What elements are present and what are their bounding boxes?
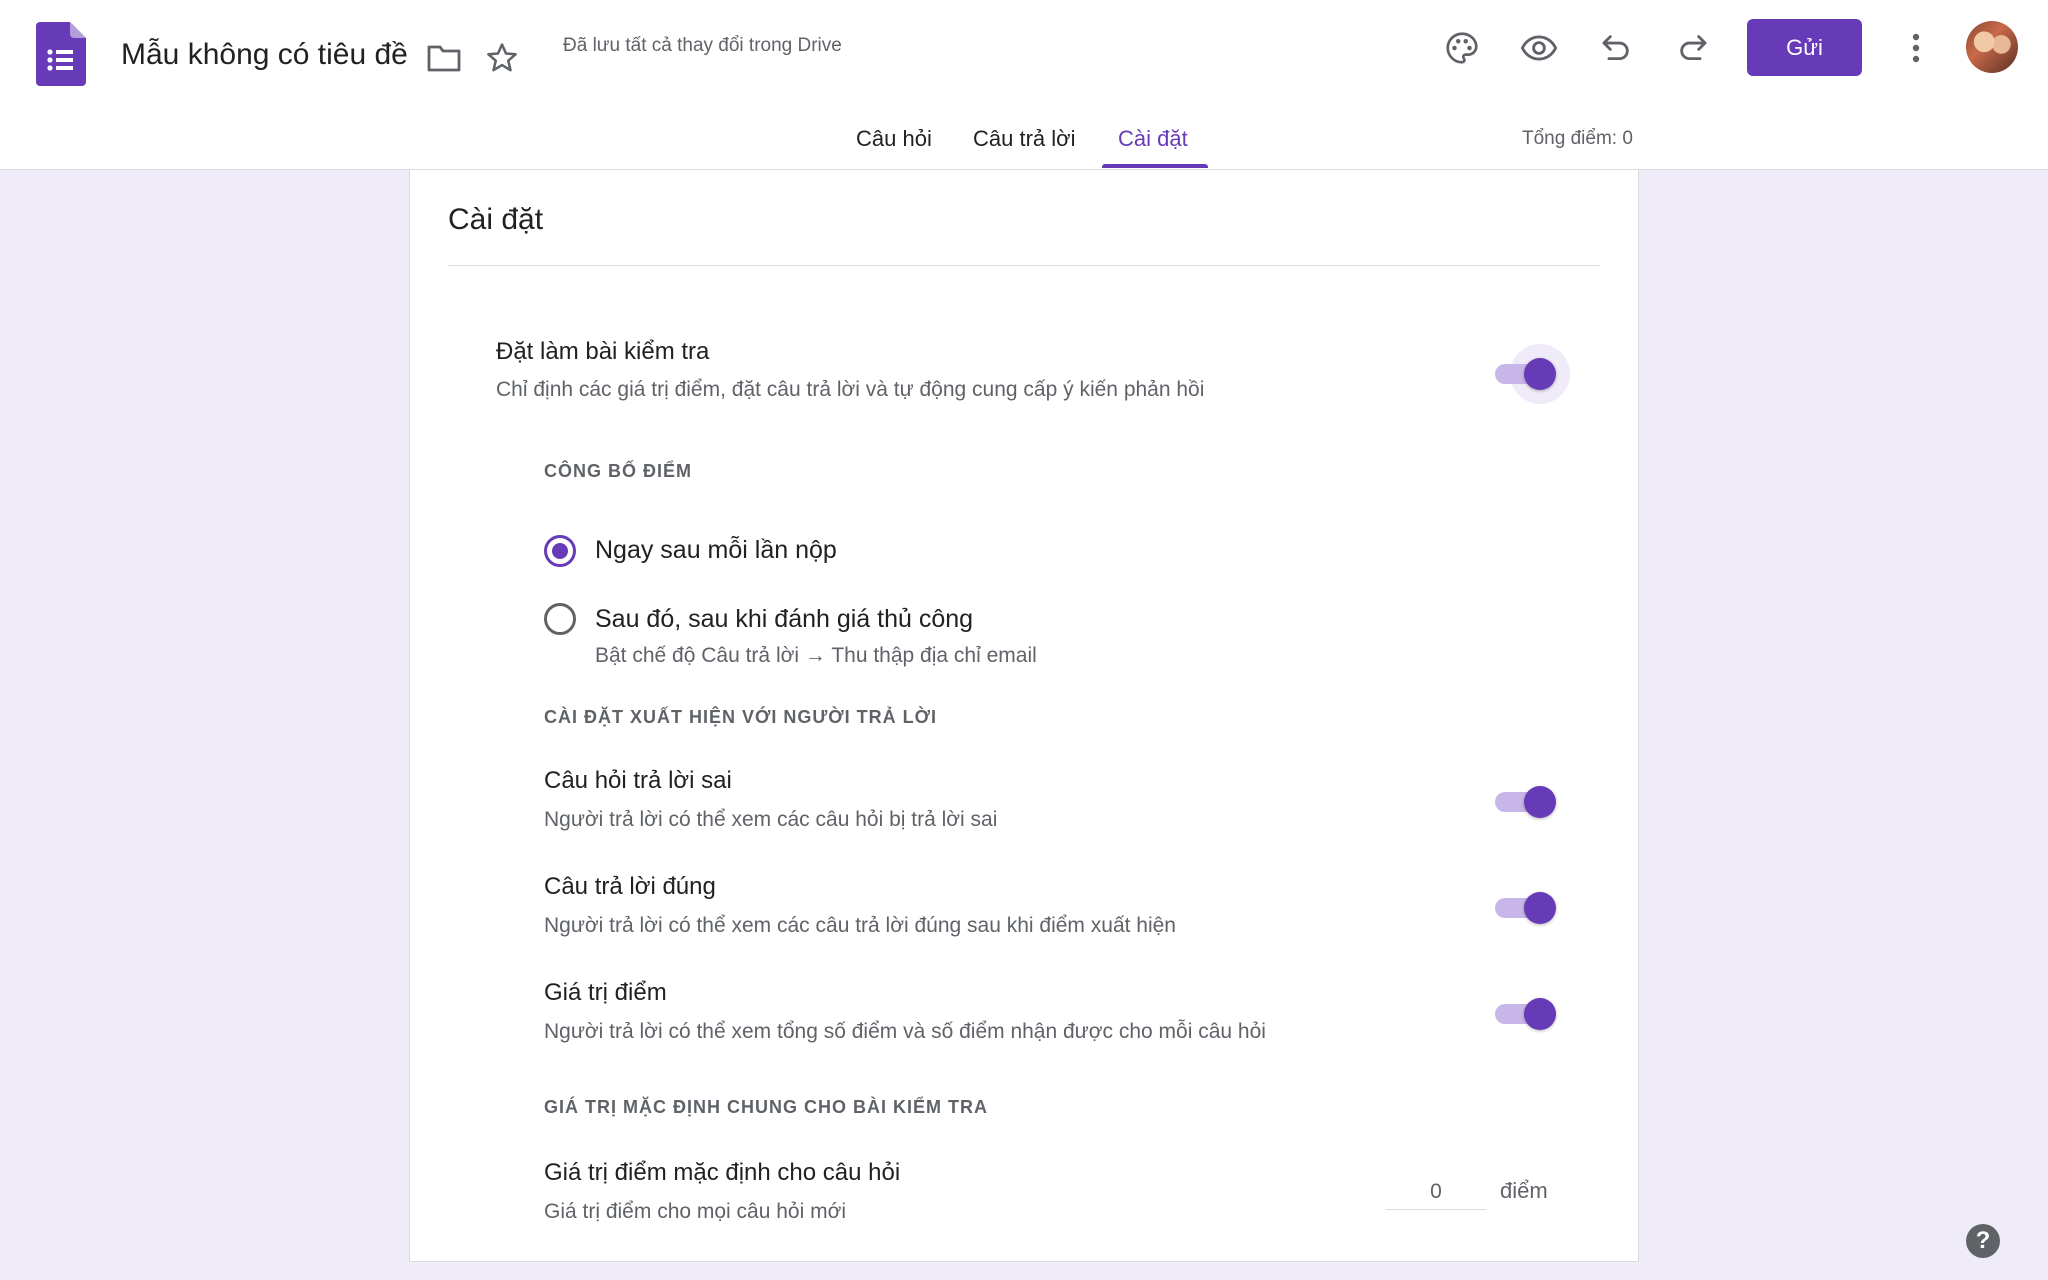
tab-bar: Câu hỏi Câu trả lời Cài đặt Tổng điểm: 0 — [0, 110, 2048, 170]
point-values-toggle[interactable] — [1492, 990, 1562, 1034]
point-values-title: Giá trị điểm — [544, 979, 667, 1006]
palette-icon[interactable] — [1440, 26, 1484, 70]
toggle-thumb — [1524, 998, 1556, 1030]
send-button[interactable]: Gửi — [1747, 19, 1862, 76]
quiz-toggle-desc: Chỉ định các giá trị điểm, đặt câu trả l… — [496, 378, 1205, 401]
missed-questions-toggle[interactable] — [1492, 778, 1562, 822]
active-tab-indicator — [1102, 164, 1208, 168]
point-values-desc: Người trả lời có thể xem tổng số điểm và… — [544, 1020, 1266, 1043]
eye-icon[interactable] — [1517, 26, 1561, 70]
toggle-thumb — [1524, 786, 1556, 818]
save-status: Đã lưu tất cả thay đổi trong Drive — [563, 35, 842, 56]
tab-settings[interactable]: Cài đặt — [1118, 126, 1188, 152]
release-grade-label: CÔNG BỐ ĐIỂM — [544, 461, 693, 481]
tab-responses[interactable]: Câu trả lời — [973, 126, 1075, 152]
total-points: Tổng điểm: 0 — [1522, 128, 1633, 149]
redo-icon[interactable] — [1671, 26, 1715, 70]
star-icon[interactable] — [480, 36, 524, 80]
default-point-value-desc: Giá trị điểm cho mọi câu hỏi mới — [544, 1200, 847, 1223]
toggle-thumb — [1524, 892, 1556, 924]
radio-immediately[interactable] — [544, 535, 576, 567]
missed-questions-desc: Người trả lời có thể xem các câu hỏi bị … — [544, 808, 998, 831]
quiz-defaults-label: GIÁ TRỊ MẶC ĐỊNH CHUNG CHO BÀI KIỂM TRA — [544, 1097, 988, 1117]
quiz-toggle[interactable] — [1492, 344, 1570, 404]
tab-questions[interactable]: Câu hỏi — [856, 126, 932, 152]
radio-manual-review[interactable] — [544, 603, 576, 635]
folder-icon[interactable] — [422, 36, 466, 80]
correct-answers-title: Câu trả lời đúng — [544, 873, 716, 900]
avatar[interactable] — [1966, 21, 2018, 73]
more-vert-icon[interactable] — [1894, 26, 1938, 70]
points-unit: điểm — [1500, 1178, 1548, 1203]
default-point-value-input[interactable] — [1386, 1174, 1486, 1210]
missed-questions-title: Câu hỏi trả lời sai — [544, 767, 732, 794]
form-title[interactable]: Mẫu không có tiêu đề — [121, 38, 408, 72]
settings-card: Cài đặt Đặt làm bài kiểm tra Chỉ định cá… — [409, 170, 1639, 1262]
undo-icon[interactable] — [1594, 26, 1638, 70]
default-point-value-title: Giá trị điểm mặc định cho câu hỏi — [544, 1159, 901, 1186]
radio-manual-review-desc: Bật chế độ Câu trả lời → Thu thập địa ch… — [595, 644, 1037, 667]
divider — [448, 265, 1600, 266]
settings-title: Cài đặt — [448, 203, 544, 236]
top-bar: Mẫu không có tiêu đề Đã lưu tất cả thay … — [0, 0, 2048, 170]
forms-logo-icon[interactable] — [36, 22, 86, 86]
correct-answers-desc: Người trả lời có thể xem các câu trả lời… — [544, 914, 1176, 937]
radio-manual-review-label[interactable]: Sau đó, sau khi đánh giá thủ công — [595, 605, 973, 634]
respondent-settings-label: CÀI ĐẶT XUẤT HIỆN VỚI NGƯỜI TRẢ LỜI — [544, 707, 937, 727]
quiz-toggle-title: Đặt làm bài kiểm tra — [496, 338, 710, 365]
toggle-thumb — [1524, 358, 1556, 390]
radio-immediately-label[interactable]: Ngay sau mỗi lần nộp — [595, 536, 837, 565]
help-icon[interactable]: ? — [1966, 1224, 2000, 1258]
correct-answers-toggle[interactable] — [1492, 884, 1562, 928]
